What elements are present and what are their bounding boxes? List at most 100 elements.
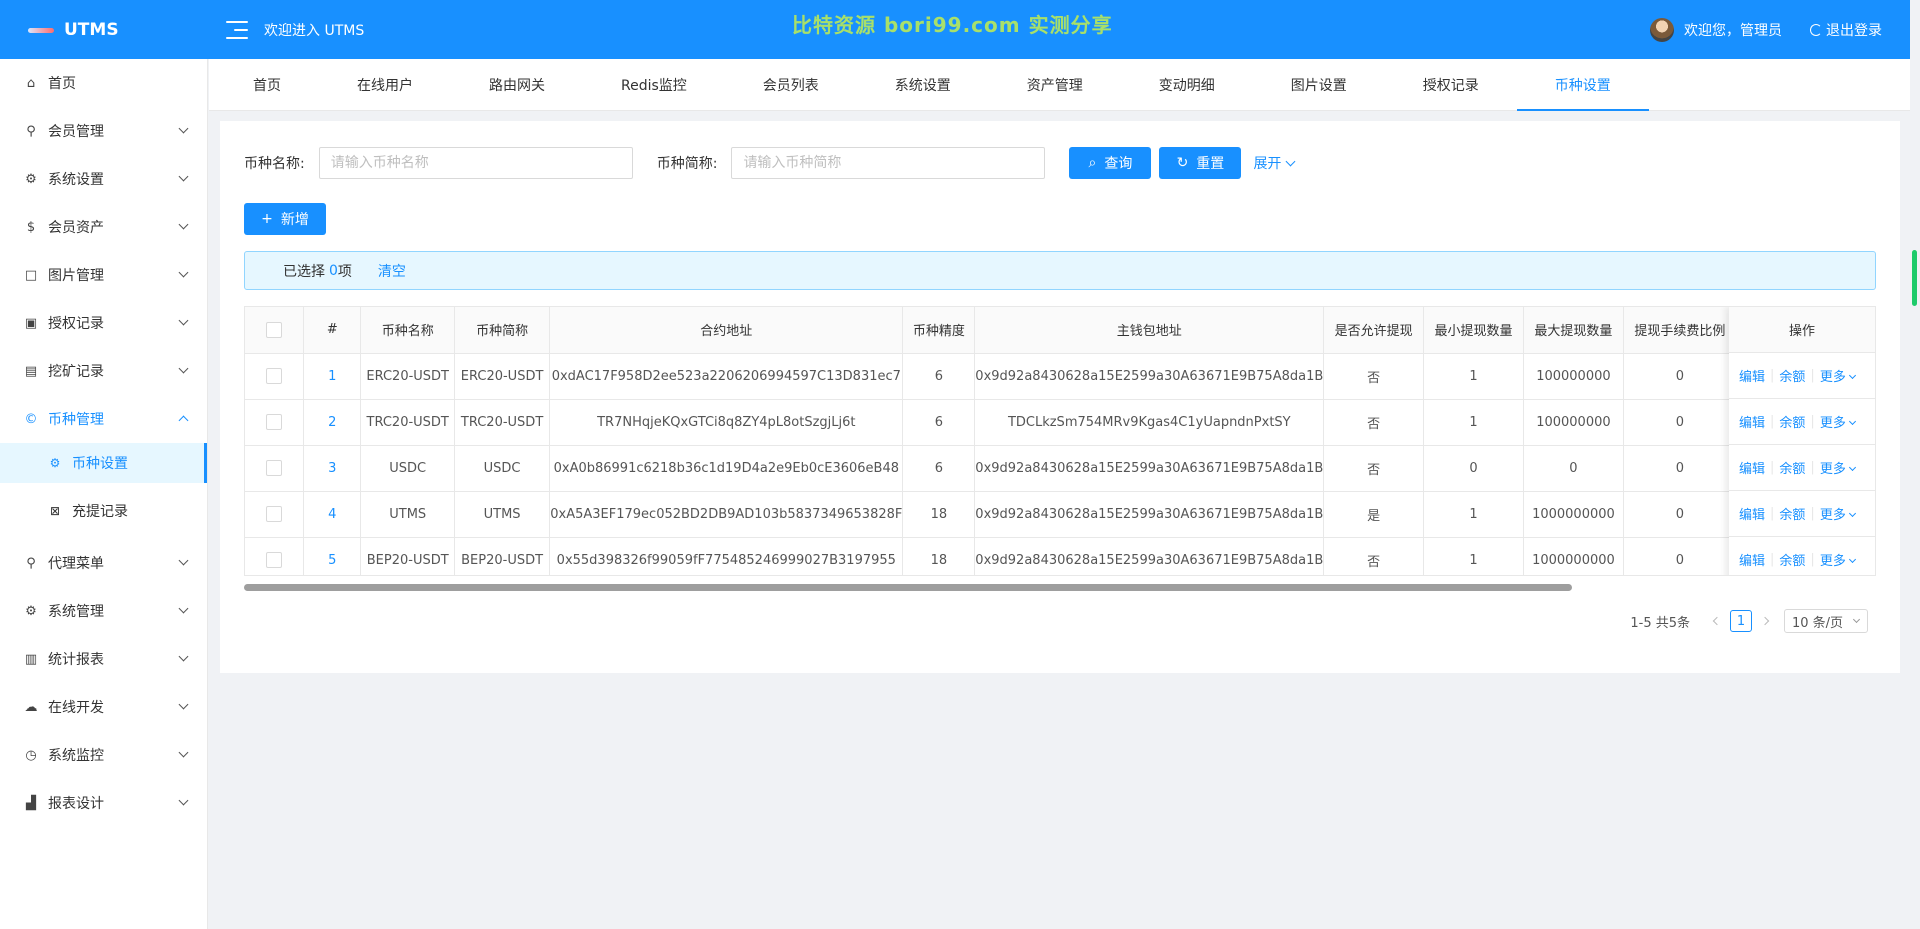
select-all-checkbox[interactable] <box>266 321 283 338</box>
avatar[interactable] <box>1650 17 1674 42</box>
clear-selection-link[interactable]: 清空 <box>378 261 406 281</box>
row-select-cell[interactable] <box>245 537 305 575</box>
column-header[interactable]: 币种精度 <box>902 307 976 354</box>
table-row[interactable]: 5 BEP20-USDT BEP20-USDT 0x55d398326f99059fF… <box>245 537 1875 575</box>
table-header-row: # 币种名称 币种简称 合约地址 币种精度 主钱包地址 是否允许提现 最小提现数… <box>245 307 1875 354</box>
column-header[interactable]: 主钱包地址 <box>974 307 1325 354</box>
column-header[interactable]: 最小提现数量 <box>1423 307 1524 354</box>
logout-button[interactable]: 退出登录 <box>1810 20 1882 40</box>
add-button[interactable]: + 新增 <box>244 203 326 235</box>
more-dropdown[interactable]: 更多 <box>1820 504 1856 523</box>
sidebar-item-image-management[interactable]: □ 图片管理 <box>0 251 207 299</box>
tab-system-settings[interactable]: 系统设置 <box>857 59 989 111</box>
next-page-icon[interactable] <box>1760 616 1770 626</box>
column-header[interactable]: 币种简称 <box>454 307 551 354</box>
table-row[interactable]: 1 ERC20-USDT ERC20-USDT 0xdAC17F958D2ee523a… <box>245 353 1875 400</box>
edit-link[interactable]: 编辑 <box>1739 412 1765 431</box>
tab-redis-monitor[interactable]: Redis监控 <box>583 59 725 111</box>
column-header[interactable]: 是否允许提现 <box>1323 307 1425 354</box>
sidebar-item-label: 会员资产 <box>48 220 104 236</box>
tab-member-list[interactable]: 会员列表 <box>725 59 857 111</box>
table-row[interactable]: 2 TRC20-USDT TRC20-USDT TR7NHqjeKQxGTCi8q8Z… <box>245 399 1875 446</box>
sidebar-item-home[interactable]: ⌂ 首页 <box>0 59 207 107</box>
balance-link[interactable]: 余额 <box>1779 412 1805 431</box>
edit-link[interactable]: 编辑 <box>1739 366 1765 385</box>
row-select-cell[interactable] <box>245 399 305 446</box>
table-cell: 否 <box>1323 445 1425 492</box>
cloud-icon: ☁ <box>24 699 38 715</box>
row-checkbox[interactable] <box>266 460 283 476</box>
table-cell: 6 <box>902 445 976 492</box>
row-select-cell[interactable] <box>245 353 305 400</box>
edit-link[interactable]: 编辑 <box>1739 504 1765 523</box>
edit-link[interactable]: 编辑 <box>1739 458 1765 477</box>
currency-name-label: 币种名称: <box>244 156 305 172</box>
table-row[interactable]: 4 UTMS UTMS 0xA5A3EF179ec052BD2DB9AD103b583… <box>245 491 1875 538</box>
sidebar-item-member-management[interactable]: ⚲ 会员管理 <box>0 107 207 155</box>
balance-link[interactable]: 余额 <box>1779 550 1805 569</box>
table-horizontal-scrollbar[interactable] <box>244 584 1572 591</box>
logo-icon <box>28 25 54 35</box>
column-header[interactable]: 币种名称 <box>360 307 455 354</box>
sidebar-item-report-design[interactable]: ▟ 报表设计 <box>0 779 207 827</box>
page-number-current[interactable]: 1 <box>1730 610 1752 632</box>
tab-asset-management[interactable]: 资产管理 <box>989 59 1121 111</box>
row-checkbox[interactable] <box>266 414 283 430</box>
sidebar-item-agent-menu[interactable]: ⚲ 代理菜单 <box>0 539 207 587</box>
balance-link[interactable]: 余额 <box>1779 504 1805 523</box>
page-scrollbar[interactable] <box>1910 0 1920 929</box>
table-row[interactable]: 3 USDC USDC 0xA0b86991c6218b36c1d19D4a2e9Eb… <box>245 445 1875 492</box>
column-header[interactable]: 提现手续费比例 <box>1623 307 1737 354</box>
sidebar-item-currency-management[interactable]: © 币种管理 <box>0 395 207 443</box>
tab-home[interactable]: 首页 <box>215 59 319 111</box>
more-dropdown[interactable]: 更多 <box>1820 550 1856 569</box>
currency-name-input[interactable] <box>318 147 633 179</box>
table-cell: 0x55d398326f99059fF775485246999027B31979… <box>549 537 904 575</box>
sidebar-subitem-deposit-withdraw-records[interactable]: ⊠ 充提记录 <box>0 491 207 531</box>
balance-link[interactable]: 余额 <box>1779 366 1805 385</box>
menu-fold-icon[interactable] <box>226 20 248 39</box>
page-size-select[interactable]: 10 条/页 <box>1784 609 1868 633</box>
sidebar-item-system-monitor[interactable]: ◷ 系统监控 <box>0 731 207 779</box>
currency-short-label: 币种简称: <box>656 156 718 172</box>
sidebar-item-authorization-records[interactable]: ▣ 授权记录 <box>0 299 207 347</box>
column-header[interactable]: 最大提现数量 <box>1523 307 1624 354</box>
tab-online-users[interactable]: 在线用户 <box>319 59 451 111</box>
sidebar-item-system-settings[interactable]: ⚙ 系统设置 <box>0 155 207 203</box>
more-dropdown[interactable]: 更多 <box>1820 366 1856 385</box>
row-select-cell[interactable] <box>245 445 305 492</box>
reset-button[interactable]: ↻ 重置 <box>1159 147 1242 179</box>
row-checkbox[interactable] <box>266 552 283 568</box>
action-divider: | <box>1770 506 1775 521</box>
column-header[interactable]: 合约地址 <box>549 307 904 354</box>
balance-link[interactable]: 余额 <box>1779 458 1805 477</box>
row-select-cell[interactable] <box>245 491 305 538</box>
tab-authorization-records[interactable]: 授权记录 <box>1385 59 1517 111</box>
sidebar-item-member-assets[interactable]: $ 会员资产 <box>0 203 207 251</box>
select-all-cell[interactable] <box>245 307 305 354</box>
sidebar-item-mining-records[interactable]: ▤ 挖矿记录 <box>0 347 207 395</box>
tab-route-gateway[interactable]: 路由网关 <box>451 59 583 111</box>
more-dropdown[interactable]: 更多 <box>1820 458 1856 477</box>
tab-change-details[interactable]: 变动明细 <box>1121 59 1253 111</box>
more-dropdown[interactable]: 更多 <box>1820 412 1856 431</box>
scrollbar-thumb[interactable] <box>1912 250 1917 306</box>
tab-image-settings[interactable]: 图片设置 <box>1253 59 1385 111</box>
row-checkbox[interactable] <box>266 506 283 522</box>
sidebar-item-label: 系统监控 <box>48 748 104 764</box>
expand-toggle[interactable]: 展开 <box>1253 153 1296 173</box>
edit-link[interactable]: 编辑 <box>1739 550 1765 569</box>
sidebar-item-system-management[interactable]: ⚙ 系统管理 <box>0 587 207 635</box>
row-checkbox[interactable] <box>266 368 283 384</box>
table-cell: 3 <box>303 445 362 492</box>
sidebar-item-online-development[interactable]: ☁ 在线开发 <box>0 683 207 731</box>
tab-currency-settings[interactable]: 币种设置 <box>1516 59 1649 111</box>
sidebar-subitem-currency-settings[interactable]: ⚙ 币种设置 <box>0 443 207 483</box>
prev-page-icon[interactable] <box>1712 616 1722 626</box>
welcome-user-text[interactable]: 欢迎您，管理员 <box>1684 20 1782 40</box>
bar-chart-icon: ▥ <box>24 651 38 667</box>
currency-short-input[interactable] <box>731 147 1046 179</box>
brand-logo[interactable]: UTMS <box>0 0 208 59</box>
query-button[interactable]: ⌕ 查询 <box>1069 147 1152 179</box>
sidebar-item-statistics-report[interactable]: ▥ 统计报表 <box>0 635 207 683</box>
